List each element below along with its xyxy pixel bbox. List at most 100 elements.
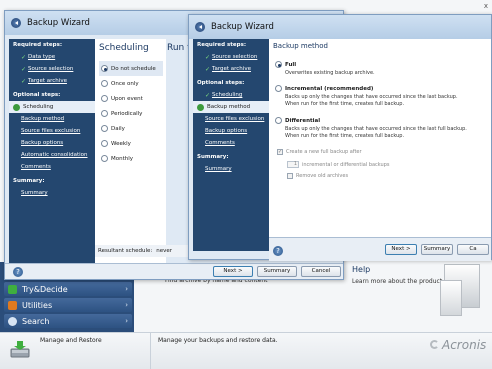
step-automatic-consolidation[interactable]: Automatic consolidation xyxy=(9,149,95,161)
back-arrow-icon[interactable] xyxy=(11,18,21,28)
option-description: Backs up only the changes that have occu… xyxy=(285,126,467,132)
option-full[interactable]: Full Overwrites existing backup archive. xyxy=(275,61,375,77)
radio-upon-event[interactable]: Upon event xyxy=(99,91,163,106)
checkbox-label: Remove old archives xyxy=(296,173,349,179)
tools-icon xyxy=(8,300,17,310)
nav-utilities[interactable]: Utilities › xyxy=(4,298,132,312)
step-label: Backup options xyxy=(205,128,248,134)
nav-search[interactable]: Search › xyxy=(4,314,132,328)
step-label: Scheduling xyxy=(23,104,54,110)
backup-count-stepper[interactable]: 1 incremental or differential backups xyxy=(287,161,390,168)
wizard-button-bar: ? Next > Summary Cancel xyxy=(5,263,343,279)
radio-icon xyxy=(275,117,282,124)
cancel-button[interactable]: Ca xyxy=(457,244,489,255)
radio-do-not-schedule[interactable]: Do not schedule xyxy=(99,61,163,76)
shield-icon xyxy=(8,284,17,294)
checkbox-label: Create a new full backup after xyxy=(286,149,362,155)
step-backup-method[interactable]: Backup method xyxy=(9,113,95,125)
next-button[interactable]: Next > xyxy=(213,266,253,277)
help-icon[interactable]: ? xyxy=(273,246,283,256)
title-bar[interactable]: Backup Wizard xyxy=(189,15,491,39)
radio-selected-icon xyxy=(101,65,108,72)
wizard-button-bar: ? Next > Summary Ca xyxy=(269,237,491,261)
radio-label: Upon event xyxy=(111,95,143,102)
radio-label: Weekly xyxy=(111,140,131,147)
back-arrow-icon[interactable] xyxy=(195,22,205,32)
summary-button[interactable]: Summary xyxy=(421,244,453,255)
acronis-logo: Acronis xyxy=(430,338,486,352)
acronis-mark-icon xyxy=(430,340,439,349)
step-backup-method-current[interactable]: Backup method xyxy=(193,101,269,113)
radio-periodically[interactable]: Periodically xyxy=(99,106,163,121)
remove-old-archives-checkbox[interactable]: Remove old archives xyxy=(287,173,348,179)
window-title: Backup Wizard xyxy=(211,22,274,32)
step-backup-options[interactable]: Backup options xyxy=(193,125,269,137)
radio-selected-icon xyxy=(275,61,282,68)
step-label: Source files exclusion xyxy=(205,116,265,122)
backup-method-panel: Backup method Full Overwrites existing b… xyxy=(269,39,491,237)
step-scheduling[interactable]: ✓ Scheduling xyxy=(193,89,269,101)
radio-label: Once only xyxy=(111,80,139,87)
resultant-label: Resultant schedule: xyxy=(98,248,153,254)
stepper-value[interactable]: 1 xyxy=(287,161,299,168)
radio-icon xyxy=(101,125,108,132)
nav-try-and-decide[interactable]: Try&Decide › xyxy=(4,282,132,296)
scheduling-panel: Scheduling Do not schedule Once only Upo… xyxy=(95,39,166,265)
radio-weekly[interactable]: Weekly xyxy=(99,136,163,151)
step-label: Backup method xyxy=(21,116,65,122)
step-label: Scheduling xyxy=(212,92,243,98)
radio-daily[interactable]: Daily xyxy=(99,121,163,136)
radio-icon xyxy=(101,140,108,147)
step-comments[interactable]: Comments xyxy=(9,161,95,173)
manage-restore-description: Manage your backups and restore data. xyxy=(158,337,278,344)
step-label: Summary xyxy=(21,190,48,196)
step-target-archive[interactable]: ✓ Target archive xyxy=(9,75,95,87)
radio-icon xyxy=(275,85,282,92)
help-icon[interactable]: ? xyxy=(13,267,23,277)
step-label: Target archive xyxy=(28,78,67,84)
help-heading: Help xyxy=(352,265,371,274)
radio-label: Daily xyxy=(111,125,125,132)
manage-restore-link[interactable]: Manage and Restore xyxy=(40,337,102,344)
step-target-archive[interactable]: ✓ Target archive xyxy=(193,63,269,75)
checkmark-icon: ✓ xyxy=(21,65,27,73)
required-steps-heading: Required steps: xyxy=(197,42,247,48)
close-icon[interactable]: x xyxy=(484,2,488,10)
help-link[interactable]: Learn more about the product. xyxy=(352,278,444,285)
step-source-selection[interactable]: ✓ Source selection xyxy=(193,51,269,63)
radio-label: Do not schedule xyxy=(111,65,156,72)
step-summary[interactable]: Summary xyxy=(193,163,269,175)
step-data-type[interactable]: ✓ Data type xyxy=(9,51,95,63)
create-full-backup-checkbox[interactable]: ✓ Create a new full backup after xyxy=(277,149,362,155)
chevron-right-icon: › xyxy=(125,301,128,309)
step-scheduling-current[interactable]: Scheduling xyxy=(9,101,95,113)
radio-once-only[interactable]: Once only xyxy=(99,76,163,91)
step-source-files-exclusion[interactable]: Source files exclusion xyxy=(9,125,95,137)
step-source-files-exclusion[interactable]: Source files exclusion xyxy=(193,113,269,125)
option-label: Full xyxy=(285,61,297,68)
summary-heading: Summary: xyxy=(197,154,229,160)
step-comments[interactable]: Comments xyxy=(193,137,269,149)
option-description: Backs up only the changes that have occu… xyxy=(285,94,458,100)
summary-button[interactable]: Summary xyxy=(257,266,297,277)
step-backup-options[interactable]: Backup options xyxy=(9,137,95,149)
option-differential[interactable]: Differential Backs up only the changes t… xyxy=(275,117,467,140)
checkmark-icon: ✓ xyxy=(205,53,211,61)
step-summary[interactable]: Summary xyxy=(9,187,95,199)
step-label: Summary xyxy=(205,166,232,172)
step-label: Backup options xyxy=(21,140,64,146)
cancel-button[interactable]: Cancel xyxy=(301,266,341,277)
checkbox-icon xyxy=(287,173,293,179)
current-step-icon xyxy=(197,103,204,111)
panel-title: Scheduling xyxy=(99,43,149,53)
optional-steps-heading: Optional steps: xyxy=(197,80,245,86)
radio-icon xyxy=(101,155,108,162)
radio-monthly[interactable]: Monthly xyxy=(99,151,163,166)
step-label: Source files exclusion xyxy=(21,128,81,134)
wizard-steps-panel: Required steps: ✓ Source selection ✓ Targe… xyxy=(193,39,269,251)
option-incremental[interactable]: Incremental (recommended) Backs up only … xyxy=(275,85,458,108)
radio-label: Periodically xyxy=(111,110,143,117)
step-source-selection[interactable]: ✓ Source selection xyxy=(9,63,95,75)
next-button[interactable]: Next > xyxy=(385,244,417,255)
current-step-icon xyxy=(13,103,20,111)
